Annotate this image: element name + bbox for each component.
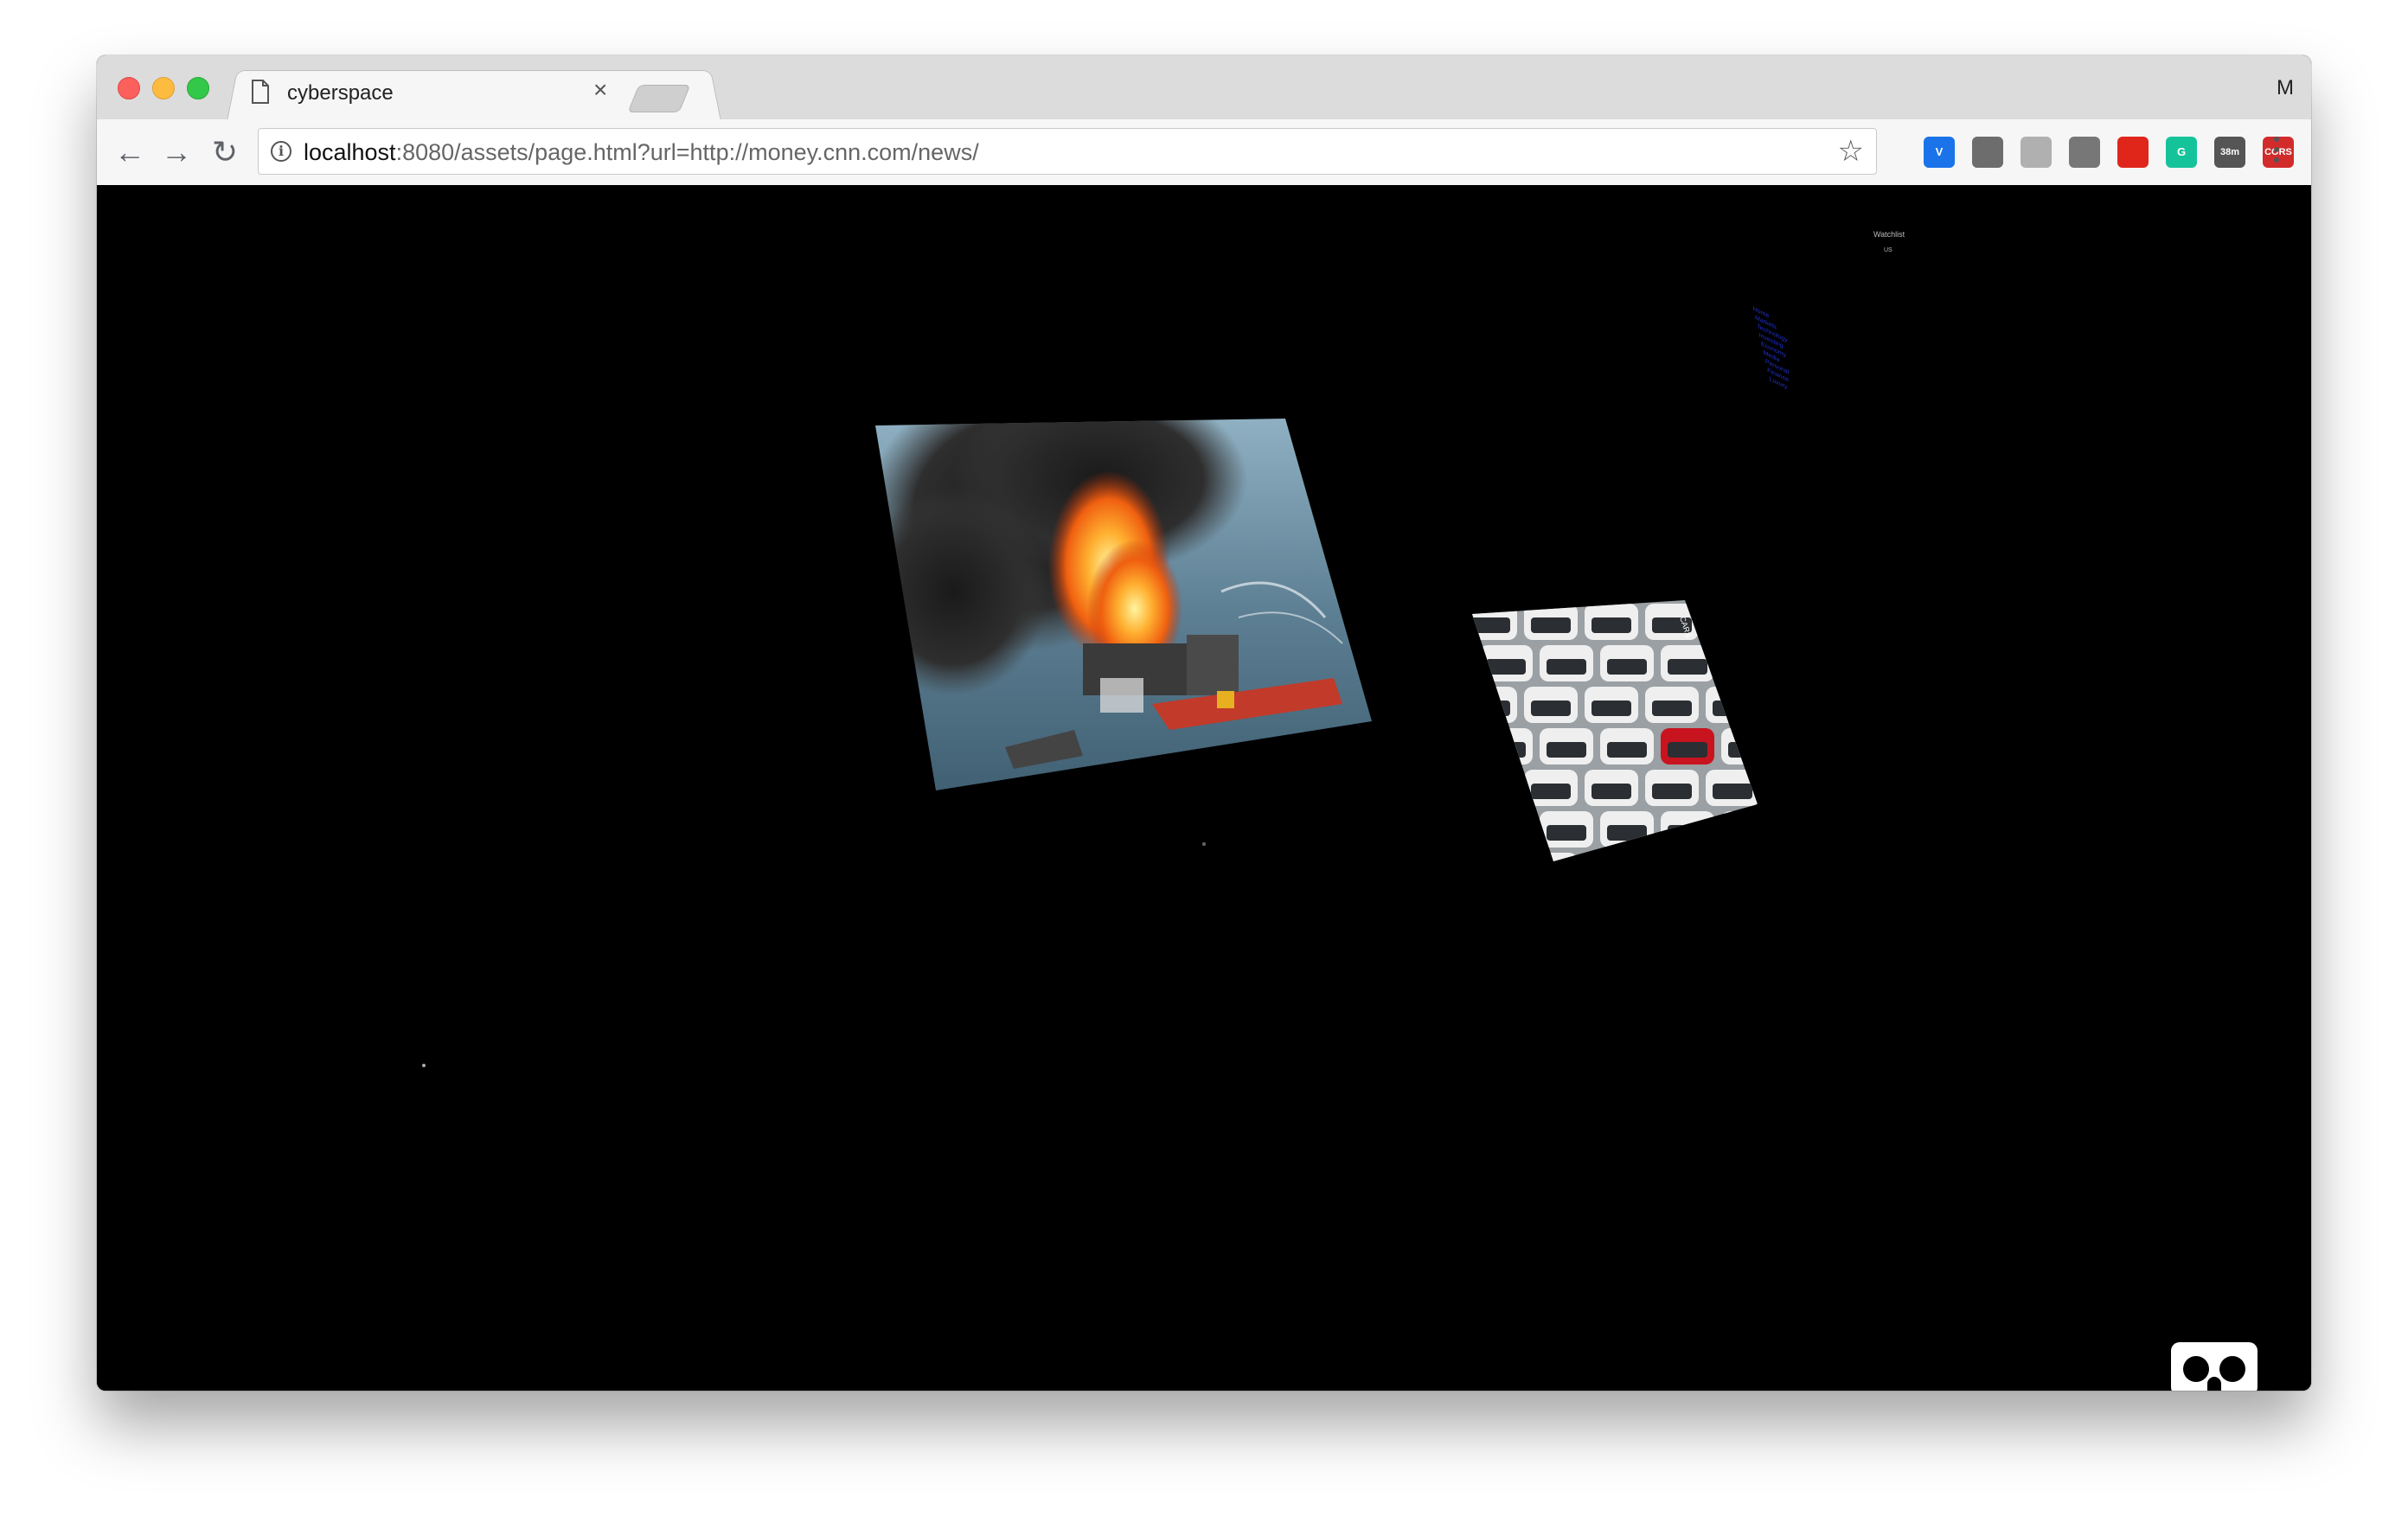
enter-vr-button[interactable] [2171, 1342, 2258, 1391]
car-shape [1472, 853, 1517, 861]
car-window [1652, 784, 1692, 799]
bookmark-star-icon[interactable]: ☆ [1838, 134, 1864, 169]
car-shape [1479, 811, 1533, 848]
car-shape [1472, 770, 1517, 806]
car-window [1652, 867, 1692, 882]
site-info-icon[interactable]: i [271, 141, 291, 162]
car-window [1531, 784, 1571, 799]
car-shape [1524, 853, 1578, 861]
back-button[interactable]: ← [112, 135, 147, 170]
film-icon[interactable] [2069, 137, 2100, 168]
address-bar[interactable]: i localhost:8080/assets/page.html?url=ht… [258, 128, 1877, 175]
car-window [1713, 867, 1752, 882]
reload-button[interactable]: ↻ [208, 135, 242, 170]
car-window [1607, 825, 1647, 841]
car-shape [1721, 811, 1758, 848]
tab-strip: cyberspace × M [97, 55, 2311, 121]
car-window [1591, 617, 1631, 633]
toolbar: ← → ↻ i localhost:8080/assets/page.html?… [97, 119, 2311, 186]
car-window [1531, 617, 1571, 633]
scene-cursor-dot [1202, 842, 1206, 846]
car-window [1486, 825, 1526, 841]
car-window [1607, 742, 1647, 758]
url-text[interactable]: localhost:8080/assets/page.html?url=http… [304, 139, 979, 166]
car-window [1713, 701, 1752, 716]
car-shape [1721, 645, 1758, 681]
car-window [1668, 825, 1707, 841]
adblock-icon[interactable] [2117, 137, 2149, 168]
close-window-button[interactable] [118, 77, 140, 99]
car-window [1486, 742, 1526, 758]
car-shape [1706, 853, 1758, 861]
url-path: :8080/assets/page.html?url=http://money.… [395, 139, 979, 165]
document-icon [252, 80, 269, 104]
drive-icon[interactable] [2021, 137, 2052, 168]
forward-button[interactable]: → [159, 135, 194, 170]
car-window [1668, 742, 1707, 758]
vimium-icon[interactable]: V [1924, 137, 1955, 168]
browser-window: cyberspace × M ← → ↻ i localhost:8080/as… [97, 55, 2311, 1391]
browser-menu-icon[interactable] [2271, 133, 2282, 168]
car-window [1728, 742, 1758, 758]
profile-button[interactable]: M [2277, 76, 2294, 100]
car-window [1472, 701, 1510, 716]
rig-fire-photo[interactable]: DEEPWATER HORIZON RIG FIRE [875, 419, 1394, 808]
maximize-window-button[interactable] [187, 77, 209, 99]
grammarly-icon[interactable]: G [2166, 137, 2197, 168]
car-window [1472, 784, 1510, 799]
car-window [1668, 659, 1707, 675]
car-shape [1706, 604, 1758, 640]
scene-nav-links: Home Markets Technology Investing Economy Med… [1748, 305, 1789, 391]
car-shape [1645, 853, 1699, 861]
car-shape [1661, 811, 1714, 848]
scene-star-dot [422, 1064, 426, 1067]
car-window [1728, 659, 1758, 675]
car-window [1472, 617, 1510, 633]
car-window [1547, 742, 1586, 758]
car-window [1713, 784, 1752, 799]
car-window [1652, 701, 1692, 716]
car-window [1472, 867, 1510, 882]
scene-text-us: US [1884, 247, 1892, 253]
car-window [1728, 825, 1758, 841]
webvr-scene-canvas[interactable]: Watchlist US Home Markets Technology Invest… [97, 185, 2311, 1391]
car-window [1547, 825, 1586, 841]
car-window [1531, 701, 1571, 716]
car-window [1591, 867, 1631, 882]
car-window [1531, 867, 1571, 882]
cars-photo[interactable]: CARS [1472, 600, 1766, 886]
car-shape [1585, 853, 1638, 861]
car-shape [1472, 687, 1517, 723]
url-host: localhost [304, 139, 396, 165]
tab-close-icon[interactable]: × [593, 78, 607, 102]
car-window [1713, 617, 1752, 633]
cast-icon[interactable] [1972, 137, 2003, 168]
scene-text-watchlist: Watchlist [1873, 230, 1905, 239]
car-window [1547, 659, 1586, 675]
timer-icon[interactable]: 38m [2214, 137, 2245, 168]
car-window [1607, 659, 1647, 675]
car-shape [1721, 728, 1758, 764]
car-window [1486, 659, 1526, 675]
car-window [1591, 701, 1631, 716]
car-window [1591, 784, 1631, 799]
minimize-window-button[interactable] [152, 77, 175, 99]
tab-title: cyberspace [287, 81, 394, 105]
